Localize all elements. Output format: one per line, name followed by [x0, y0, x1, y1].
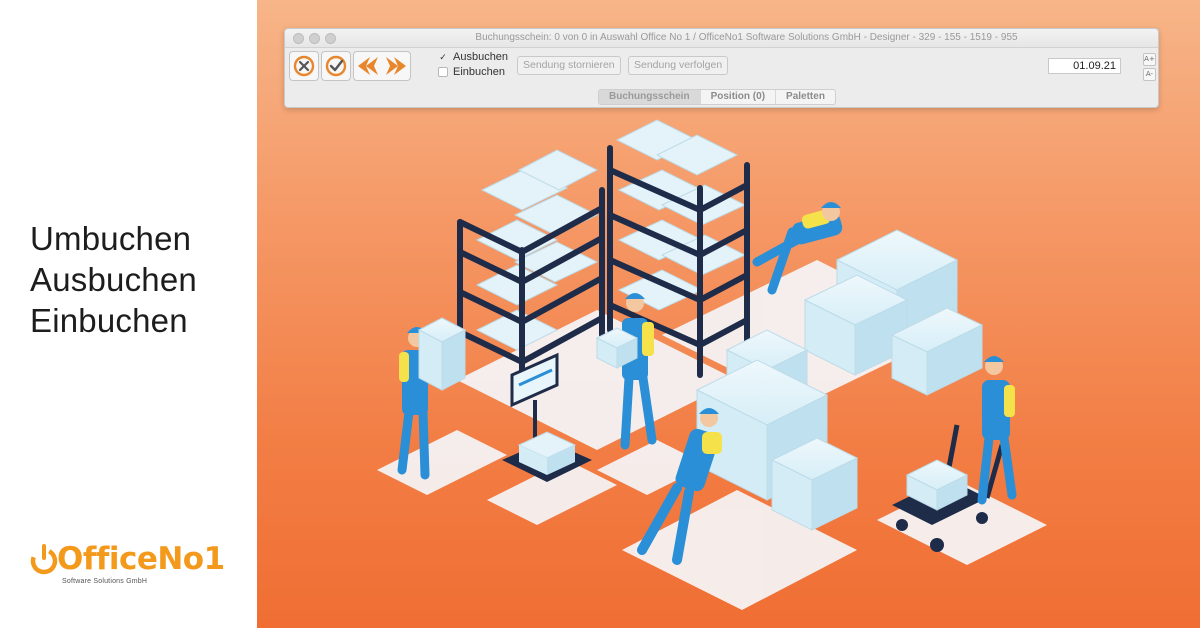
window-minimize-icon[interactable]	[309, 33, 320, 44]
tab-buchungsschein[interactable]: Buchungsschein	[599, 90, 701, 104]
window-title: Buchungsschein: 0 von 0 in Auswahl Offic…	[475, 32, 1018, 43]
font-decrease-icon: A-	[1145, 70, 1154, 78]
window-zoom-icon[interactable]	[325, 33, 336, 44]
track-shipment-button[interactable]: Sendung verfolgen	[628, 56, 729, 75]
headline: Umbuchen Ausbuchen Einbuchen	[30, 218, 197, 341]
tab-paletten[interactable]: Paletten	[776, 90, 835, 104]
headline-line-3: Einbuchen	[30, 302, 188, 339]
cancel-button[interactable]	[289, 51, 319, 81]
tab-position[interactable]: Position (0)	[701, 90, 777, 104]
company-logo: OfficeNo1 Software Solutions GmbH	[30, 540, 225, 590]
option-einbuchen[interactable]: Einbuchen	[438, 66, 505, 78]
option-ausbuchen-label: Ausbuchen	[453, 51, 509, 63]
checkmark-icon: ✓	[439, 52, 447, 62]
cancel-icon	[293, 55, 315, 77]
tab-bar: Buchungsschein Position (0) Paletten	[598, 89, 836, 105]
left-panel: Umbuchen Ausbuchen Einbuchen OfficeNo1 S…	[0, 0, 257, 628]
arrow-right-icon[interactable]	[384, 54, 408, 78]
option-ausbuchen[interactable]: ✓ Ausbuchen	[438, 51, 508, 63]
toolbar: ✓ Ausbuchen Einbuchen Sendung stornieren…	[285, 48, 1158, 88]
checkbox-empty-icon	[438, 67, 448, 77]
headline-line-1: Umbuchen	[30, 220, 192, 257]
option-einbuchen-label: Einbuchen	[453, 66, 505, 78]
arrow-left-icon[interactable]	[356, 54, 380, 78]
font-increase-icon: A+	[1144, 55, 1155, 63]
window-close-icon[interactable]	[293, 33, 304, 44]
worker-trolley	[977, 356, 1017, 505]
date-field[interactable]: 01.09.21	[1048, 58, 1121, 74]
logo-wordmark: OfficeNo1	[57, 541, 225, 577]
headline-line-2: Ausbuchen	[30, 261, 197, 298]
cancel-shipment-button[interactable]: Sendung stornieren	[517, 56, 621, 75]
logo-tagline: Software Solutions GmbH	[62, 578, 148, 585]
font-decrease-button[interactable]: A-	[1143, 68, 1156, 81]
booking-app-window: Buchungsschein: 0 von 0 in Auswahl Offic…	[284, 28, 1159, 108]
window-titlebar: Buchungsschein: 0 von 0 in Auswahl Offic…	[285, 29, 1158, 48]
confirm-button[interactable]	[321, 51, 351, 81]
record-navigation	[353, 51, 411, 81]
confirm-icon	[325, 55, 347, 77]
font-increase-button[interactable]: A+	[1143, 53, 1156, 66]
